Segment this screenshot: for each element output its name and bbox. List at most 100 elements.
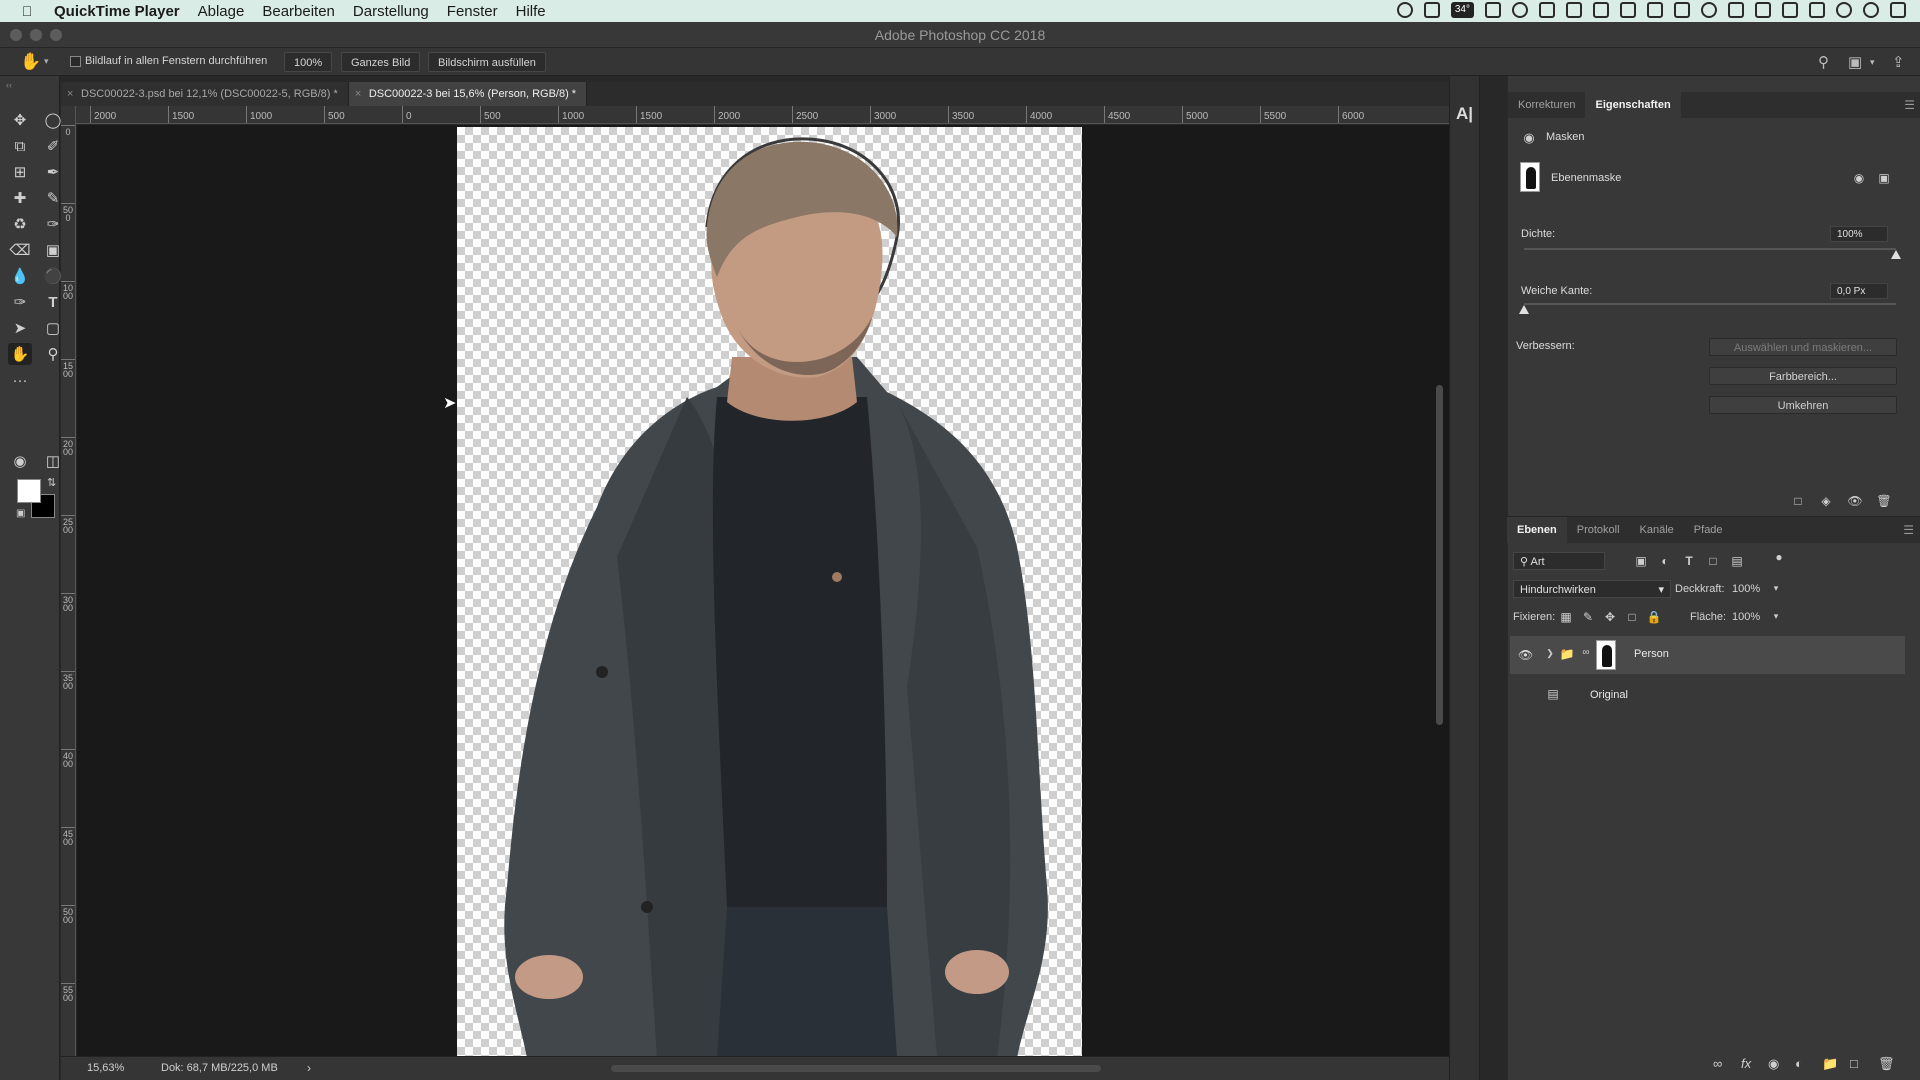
layer-mask-thumbnail-small[interactable] (1596, 640, 1616, 670)
workspace-dropdown-icon[interactable]: ▾ (1870, 57, 1875, 68)
car-icon[interactable] (1647, 2, 1663, 18)
tab-protokoll[interactable]: Protokoll (1567, 517, 1630, 543)
filter-type-icon[interactable]: T (1681, 554, 1697, 568)
eraser-tool-icon[interactable]: ⌫ (8, 239, 32, 261)
edit-toolbar-icon[interactable]: ··· (8, 369, 32, 391)
zoom-level[interactable]: 15,63% (87, 1062, 124, 1074)
feather-value[interactable]: 0,0 Px (1830, 283, 1888, 299)
layers-panel-menu-icon[interactable]: ☰ (1903, 523, 1914, 537)
vertical-scrollbar[interactable] (1436, 385, 1443, 725)
search-icon[interactable]: ⚲ (1818, 53, 1829, 71)
notification-center-icon[interactable] (1890, 2, 1906, 18)
apple-menu-icon[interactable]:  (14, 3, 40, 19)
battery-icon[interactable] (1809, 2, 1825, 18)
visibility-eye-icon[interactable]: 👁 (1518, 648, 1533, 662)
vertical-ruler[interactable]: 0 500 1000 1500 2000 2500 3000 3500 4000 4500 5000… (61, 106, 76, 1056)
layer-filter-select[interactable]: ⚲ Art (1513, 552, 1605, 570)
new-adjustment-layer-icon[interactable]: ◐ (1795, 1056, 1803, 1071)
link-layers-icon[interactable]: ∞ (1713, 1056, 1722, 1071)
horizontal-ruler[interactable]: 2000 1500 1000 500 0 500 1000 1500 2000 2500 3000 3… (76, 106, 1449, 124)
tool-preset-dropdown-icon[interactable]: ▾ (44, 56, 49, 67)
select-pixel-mask-icon[interactable]: ◉ (1851, 171, 1867, 185)
blur-tool-icon[interactable]: 💧 (8, 265, 32, 287)
filter-adjustment-icon[interactable]: ◐ (1657, 554, 1673, 568)
invert-button[interactable]: Umkehren (1709, 396, 1897, 414)
delete-layer-icon[interactable]: 🗑 (1878, 1056, 1895, 1072)
tab-pfade[interactable]: Pfade (1684, 517, 1733, 543)
wifi-icon[interactable] (1755, 2, 1771, 18)
menu-ablage[interactable]: Ablage (198, 3, 245, 20)
tab-ebenen[interactable]: Ebenen (1507, 517, 1567, 543)
character-panel-icon[interactable]: A| (1456, 104, 1473, 124)
airplay-icon[interactable] (1782, 2, 1798, 18)
hand-tool-icon[interactable]: ✋ (20, 52, 41, 72)
apply-mask-icon[interactable]: ◈ (1818, 494, 1834, 508)
filter-toggle-icon[interactable]: ● (1771, 550, 1787, 564)
record-icon[interactable] (1396, 2, 1413, 18)
tab-kanaele[interactable]: Kanäle (1630, 517, 1684, 543)
filter-shape-icon[interactable]: □ (1705, 554, 1721, 568)
new-group-icon[interactable]: 📁 (1822, 1056, 1838, 1072)
color-range-button[interactable]: Farbbereich... (1709, 367, 1897, 385)
panel-collapse-icon[interactable]: ‹‹ (6, 80, 12, 90)
filter-smart-object-icon[interactable]: ▤ (1729, 554, 1745, 568)
menu-app-name[interactable]: QuickTime Player (54, 3, 180, 20)
quick-mask-icon[interactable]: ◉ (8, 450, 32, 472)
horizontal-scrollbar[interactable] (611, 1065, 1101, 1072)
dropbox-icon[interactable] (1566, 2, 1582, 18)
add-vector-mask-icon[interactable]: ▣ (1876, 171, 1892, 185)
layer-row-original[interactable]: ▤ Original (1510, 677, 1905, 715)
toggle-mask-visibility-icon[interactable]: 👁 (1847, 494, 1863, 508)
lasso-tool-icon[interactable]: ⧉ (8, 135, 32, 157)
path-selection-tool-icon[interactable]: ➤ (8, 317, 32, 339)
healing-brush-tool-icon[interactable]: ✚ (8, 187, 32, 209)
density-slider[interactable] (1524, 248, 1901, 259)
feather-slider[interactable] (1519, 303, 1896, 314)
tab-eigenschaften[interactable]: Eigenschaften (1585, 92, 1681, 118)
canvas-area[interactable]: ➤ (77, 125, 1449, 1056)
temperature-badge[interactable]: 34° (1450, 2, 1474, 18)
sync-icon[interactable] (1701, 2, 1717, 18)
zoom-100-button[interactable]: 100% (284, 52, 333, 72)
delete-mask-icon[interactable]: 🗑 (1876, 494, 1892, 508)
density-slider-knob[interactable] (1891, 250, 1901, 259)
tab-korrekturen[interactable]: Korrekturen (1508, 92, 1585, 118)
tab-document-2[interactable]: × DSC00022-3 bei 15,6% (Person, RGB/8) * (348, 82, 588, 106)
add-mask-icon[interactable]: ◉ (1768, 1056, 1779, 1072)
crop-tool-icon[interactable]: ⊞ (8, 161, 32, 183)
screen-icon[interactable] (1485, 2, 1501, 18)
blend-mode-select[interactable]: Hindurchwirken ▾ (1513, 580, 1671, 598)
notes-icon[interactable] (1674, 2, 1690, 18)
close-tab-icon[interactable]: × (355, 82, 361, 106)
app-status-icon[interactable] (1423, 2, 1440, 18)
hd-icon[interactable] (1620, 2, 1636, 18)
tab-document-1[interactable]: × DSC00022-3.psd bei 12,1% (DSC00022-5, … (61, 82, 349, 106)
layer-style-icon[interactable]: fx (1741, 1056, 1751, 1071)
close-tab-icon[interactable]: × (67, 82, 73, 106)
lock-artboard-icon[interactable]: □ (1624, 610, 1640, 624)
menu-hilfe[interactable]: Hilfe (516, 3, 546, 20)
density-value[interactable]: 100% (1830, 226, 1888, 242)
siri-icon[interactable] (1863, 2, 1879, 18)
panel-menu-icon[interactable]: ☰ (1904, 98, 1915, 112)
opacity-dropdown-icon[interactable]: ▾ (1768, 583, 1784, 594)
lock-image-pixels-icon[interactable]: ✎ (1580, 610, 1596, 624)
expand-group-icon[interactable]: ❯ (1542, 648, 1558, 659)
menu-bearbeiten[interactable]: Bearbeiten (262, 3, 335, 20)
load-selection-icon[interactable]: □ (1790, 494, 1806, 508)
workspace-icon[interactable]: ▣ (1848, 53, 1862, 71)
layer-mask-thumbnail[interactable] (1520, 162, 1540, 192)
document-image[interactable] (457, 127, 1082, 1056)
status-menu-arrow-icon[interactable]: › (307, 1061, 311, 1075)
fit-screen-button[interactable]: Ganzes Bild (341, 52, 421, 72)
feather-slider-knob[interactable] (1519, 305, 1529, 314)
menu-darstellung[interactable]: Darstellung (353, 3, 429, 20)
share-icon[interactable]: ⇪ (1892, 53, 1905, 71)
clone-stamp-tool-icon[interactable]: ♻ (8, 213, 32, 235)
fill-dropdown-icon[interactable]: ▾ (1768, 611, 1784, 622)
swap-colors-icon[interactable]: ⇅ (47, 476, 56, 489)
fill-screen-button[interactable]: Bildschirm ausfüllen (428, 52, 546, 72)
scroll-all-windows-checkbox[interactable] (70, 56, 81, 67)
lock-all-icon[interactable]: 🔒 (1646, 610, 1662, 624)
filter-pixel-icon[interactable]: ▣ (1633, 554, 1649, 568)
